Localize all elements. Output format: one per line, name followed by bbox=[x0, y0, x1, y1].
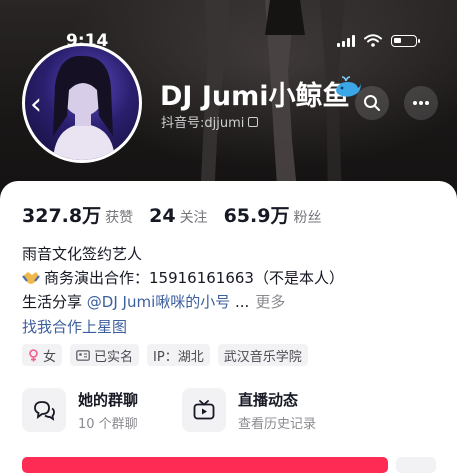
live-history-entry[interactable]: 直播动态 查看历史记录 bbox=[182, 388, 316, 432]
profile-name: DJ Jumi小鲸鱼 bbox=[160, 81, 350, 112]
expand-more-link[interactable]: 更多 bbox=[255, 293, 285, 311]
search-icon bbox=[364, 95, 380, 111]
wifi-icon bbox=[364, 34, 382, 47]
live-history-subtitle: 查看历史记录 bbox=[238, 416, 317, 432]
followers-count[interactable]: 65.9万 bbox=[224, 201, 290, 228]
more-icon bbox=[413, 101, 429, 105]
live-tv-icon bbox=[193, 400, 215, 420]
bio-line-2-row: 商务演出合作：15916161663（不是本人） bbox=[22, 267, 344, 288]
tag-ip: IP：湖北 bbox=[147, 344, 210, 366]
back-icon[interactable]: ‹ bbox=[30, 90, 42, 120]
tag-verified: 已实名 bbox=[70, 344, 140, 366]
stats-row: 327.8万 获赞 24 关注 65.9万 粉丝 bbox=[22, 201, 337, 228]
douyin-id-text: 抖音号:djjumi bbox=[161, 116, 245, 131]
message-button[interactable] bbox=[396, 457, 436, 473]
female-icon bbox=[29, 348, 38, 361]
tag-ip-text: IP：湖北 bbox=[153, 349, 204, 365]
avatar-photo bbox=[53, 55, 115, 160]
tags-row: 女 已实名 IP：湖北 武汉音乐学院 bbox=[22, 344, 308, 366]
followers-label[interactable]: 粉丝 bbox=[293, 207, 321, 227]
handshake-emoji-icon bbox=[22, 271, 40, 284]
bio-line-3: 生活分享 @DJ Jumi啾咪的小号 ... 更多 bbox=[22, 291, 285, 312]
bio-line-1: 雨音文化签约艺人 bbox=[22, 245, 143, 263]
copy-icon[interactable] bbox=[248, 116, 259, 127]
tag-school-text: 武汉音乐学院 bbox=[223, 349, 302, 365]
battery-icon bbox=[391, 34, 420, 47]
group-chat-icon bbox=[34, 401, 55, 421]
tag-school[interactable]: 武汉音乐学院 bbox=[217, 344, 308, 366]
bio-line-3-prefix: 生活分享 bbox=[22, 293, 87, 311]
live-tv-icon-box bbox=[182, 388, 226, 432]
tag-gender: 女 bbox=[22, 344, 63, 366]
following-label[interactable]: 关注 bbox=[180, 207, 208, 227]
live-history-title: 直播动态 bbox=[238, 390, 299, 409]
group-chat-icon-box bbox=[22, 388, 66, 432]
follow-button[interactable] bbox=[22, 457, 388, 473]
douyin-id: 抖音号:djjumi bbox=[161, 112, 259, 131]
status-indicators bbox=[337, 34, 420, 47]
profile-card: 327.8万 获赞 24 关注 65.9万 粉丝 雨音文化签约艺人 商务演出合作… bbox=[0, 181, 457, 473]
likes-count: 327.8万 bbox=[22, 205, 102, 227]
likes-label: 获赞 bbox=[105, 210, 134, 226]
following-count[interactable]: 24 bbox=[149, 205, 175, 227]
group-chat-subtitle: 10 个群聊 bbox=[78, 416, 138, 432]
collab-link[interactable]: 找我合作上星图 bbox=[22, 316, 127, 337]
profile-header: 9:14 ‹ DJ Jumi小鲸鱼 抖音号:djjumi bbox=[0, 0, 457, 200]
search-button[interactable] bbox=[355, 86, 389, 120]
tag-verified-text: 已实名 bbox=[94, 349, 134, 365]
id-card-icon bbox=[76, 349, 90, 361]
bio-ellipsis: ... bbox=[230, 293, 250, 311]
mention-link[interactable]: @DJ Jumi啾咪的小号 bbox=[87, 293, 230, 311]
group-chat-entry[interactable]: 她的群聊 10 个群聊 bbox=[22, 388, 138, 432]
cellular-signal-icon bbox=[337, 34, 355, 47]
group-chat-title: 她的群聊 bbox=[78, 390, 139, 409]
bio-line-2: 商务演出合作：15916161663（不是本人） bbox=[44, 269, 344, 287]
more-button[interactable] bbox=[404, 86, 438, 120]
tag-gender-text: 女 bbox=[43, 349, 57, 365]
